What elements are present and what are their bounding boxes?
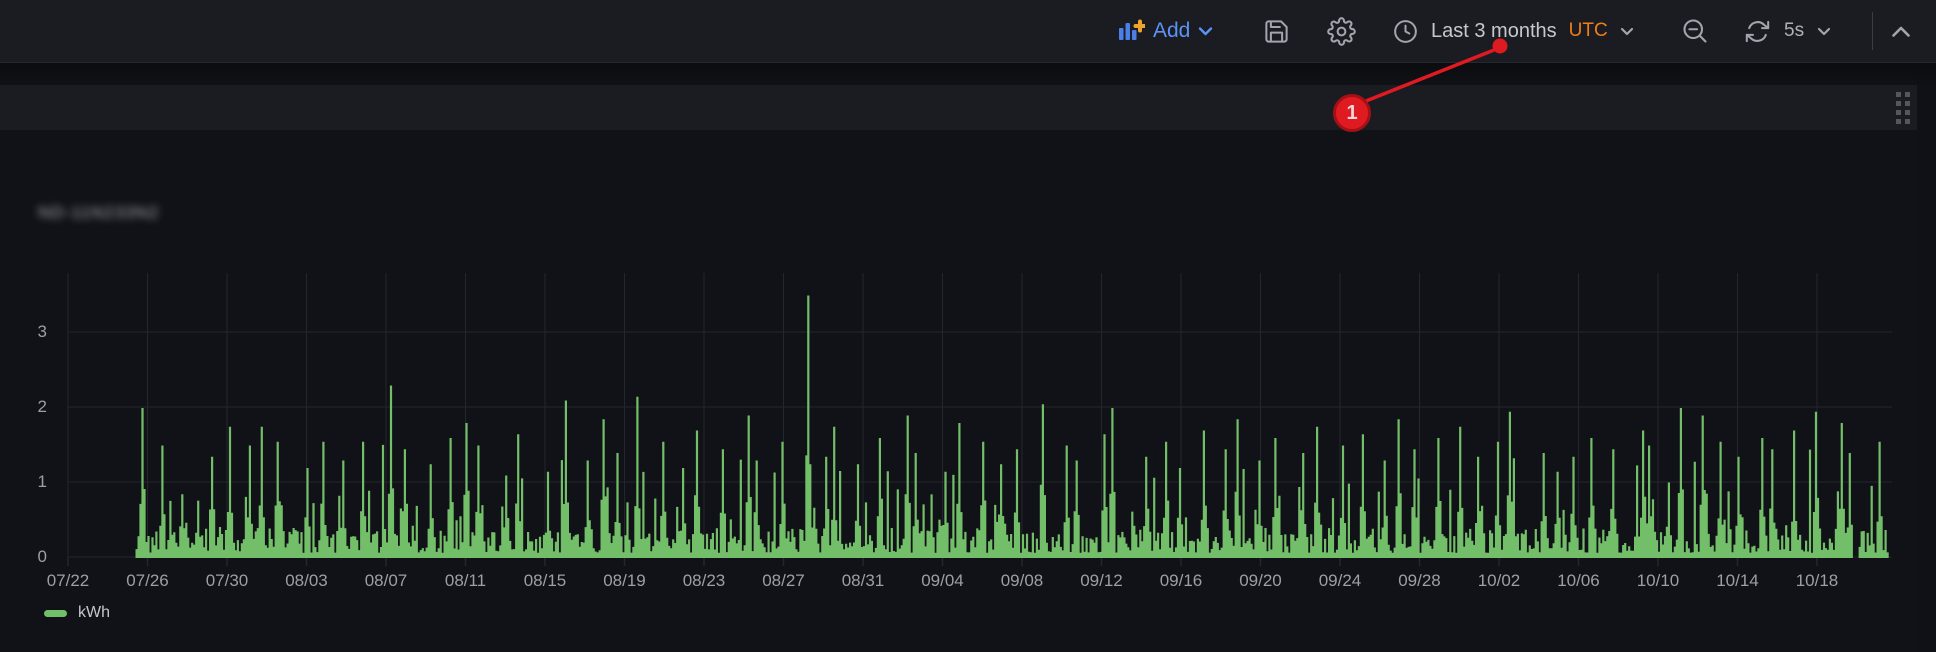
zoom-out-time-button[interactable] [1681, 0, 1709, 62]
clock-icon [1392, 18, 1419, 45]
chevron-down-icon [1620, 27, 1634, 36]
save-icon [1263, 18, 1290, 45]
add-panel-button[interactable]: Add [1118, 0, 1213, 62]
chevron-down-icon[interactable] [1817, 27, 1831, 36]
dashboard: Add [0, 0, 1936, 652]
annotation-badge: 1 [1333, 94, 1371, 132]
time-range-label: Last 3 months [1431, 20, 1557, 43]
add-button-label: Add [1153, 19, 1190, 43]
dashboard-settings-button[interactable] [1327, 0, 1356, 62]
panel-drag-handle-icon[interactable] [1896, 92, 1914, 124]
save-dashboard-button[interactable] [1263, 0, 1290, 62]
collapse-toolbar-button[interactable] [1891, 0, 1911, 62]
refresh-interval-label[interactable]: 5s [1784, 20, 1804, 42]
zoom-out-icon [1681, 17, 1709, 45]
chevron-down-icon [1198, 26, 1213, 36]
toolbar-divider [1872, 12, 1873, 50]
refresh-button[interactable] [1744, 18, 1771, 45]
timeseries-chart[interactable] [0, 0, 1936, 652]
bar-chart-plus-icon [1118, 19, 1145, 43]
timezone-label: UTC [1569, 20, 1608, 42]
chevron-up-icon [1891, 25, 1911, 38]
refresh-control: 5s [1744, 0, 1831, 62]
dashboard-toolbar: Add [0, 0, 1936, 63]
gear-icon [1327, 17, 1356, 46]
time-range-picker[interactable]: Last 3 months UTC [1392, 0, 1634, 62]
